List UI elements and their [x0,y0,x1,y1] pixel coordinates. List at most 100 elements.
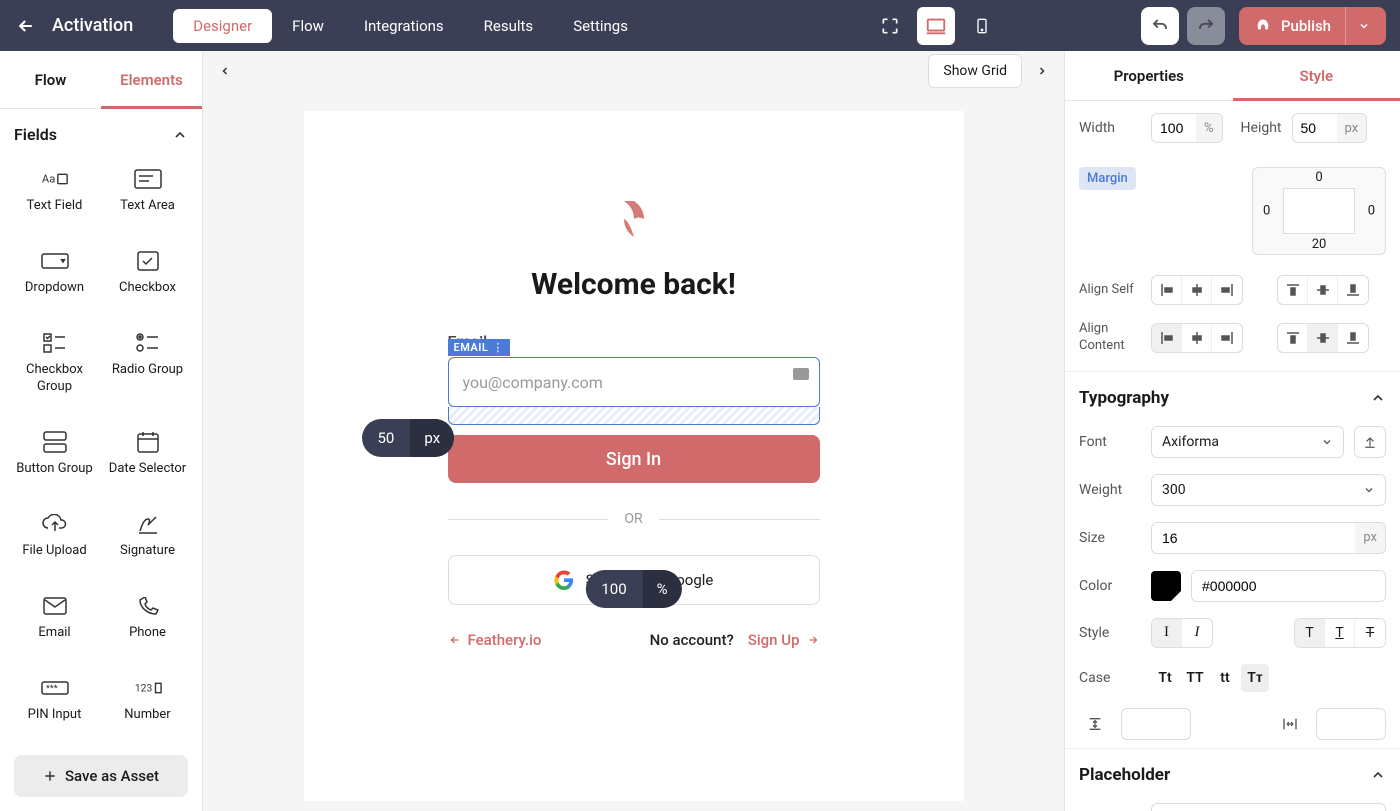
content-right-button[interactable] [1212,324,1242,352]
case-uppercase-button[interactable]: TT [1181,664,1209,692]
align-v-center-button[interactable] [1308,276,1338,304]
weight-select[interactable]: 300 [1151,474,1386,506]
field-text-field[interactable]: Aa Text Field [8,154,101,236]
arrow-right-icon [806,634,820,646]
color-swatch[interactable] [1151,571,1181,601]
divider [448,519,609,520]
field-dropdown[interactable]: Dropdown [8,236,101,318]
chevron-down-icon [1363,484,1375,496]
arrow-left-icon [448,634,462,646]
tab-integrations[interactable]: Integrations [344,9,464,43]
align-left-button[interactable] [1152,276,1182,304]
letter-spacing-input[interactable]: px [1316,708,1386,740]
text-area-icon [134,168,162,190]
upload-font-button[interactable] [1354,426,1386,458]
design-canvas[interactable]: Welcome back! 100% Email EMAIL⋮ you@comp… [304,111,964,801]
welcome-heading: Welcome back! [448,267,820,302]
tab-flow[interactable]: Flow [272,9,344,43]
field-checkbox-group[interactable]: Checkbox Group [8,318,101,417]
field-pin-input[interactable]: *** PIN Input [8,663,101,745]
viewport-mobile-button[interactable] [963,7,1001,45]
color-label: Color [1079,578,1141,594]
field-number[interactable]: 123 Number [101,663,194,745]
width-input[interactable]: % [1151,113,1223,143]
save-as-asset-button[interactable]: Save as Asset [14,755,188,797]
field-date-selector[interactable]: Date Selector [101,417,194,499]
or-label: OR [624,511,642,527]
collapse-typography-icon[interactable] [1370,390,1386,406]
case-label: Case [1079,670,1141,686]
text-field-icon: Aa [41,168,69,190]
svg-text:Aa: Aa [41,173,54,186]
size-input[interactable]: px [1151,522,1386,554]
feathery-link[interactable]: Feathery.io [448,631,542,649]
collapse-placeholder-icon[interactable] [1370,767,1386,783]
field-signature[interactable]: Signature [101,499,194,581]
back-button[interactable] [14,14,38,38]
decoration-none-button[interactable]: T [1295,619,1325,647]
publish-button[interactable]: Publish [1239,7,1386,45]
field-email[interactable]: Email [8,581,101,663]
align-self-v-group [1277,275,1369,305]
email-input[interactable]: you@company.com [448,357,820,407]
field-checkbox[interactable]: Checkbox [101,236,194,318]
logo-icon [620,201,648,237]
viewport-desktop-button[interactable] [917,7,955,45]
sidebar-tab-flow[interactable]: Flow [0,51,101,108]
content-h-center-button[interactable] [1182,324,1212,352]
placeholder-text-input[interactable] [1151,803,1386,811]
field-file-upload[interactable]: File Upload [8,499,101,581]
width-dimension-pill: 100% [585,570,681,608]
input-options-icon[interactable] [793,368,809,380]
sign-in-button[interactable]: Sign In [448,435,820,483]
height-input[interactable]: px [1292,113,1368,143]
field-radio-group[interactable]: Radio Group [101,318,194,417]
panel-tab-properties[interactable]: Properties [1065,51,1233,100]
field-button-group[interactable]: Button Group [8,417,101,499]
content-left-button[interactable] [1152,324,1182,352]
content-bottom-button[interactable] [1338,324,1368,352]
content-v-center-button[interactable] [1308,324,1338,352]
height-dimension-pill: 50px [362,419,455,457]
prev-step-button[interactable] [213,59,237,83]
collapse-fields-icon[interactable] [172,127,188,143]
line-height-icon [1079,708,1111,740]
style-italic-button[interactable]: I [1182,619,1212,647]
next-step-button[interactable] [1030,59,1054,83]
case-lowercase-button[interactable]: tt [1211,664,1239,692]
content-top-button[interactable] [1278,324,1308,352]
redo-button[interactable] [1187,7,1225,45]
publish-dropdown-toggle[interactable] [1345,7,1370,45]
undo-button[interactable] [1141,7,1179,45]
field-text-area[interactable]: Text Area [101,154,194,236]
align-h-center-button[interactable] [1182,276,1212,304]
margin-label[interactable]: Margin [1079,167,1136,190]
decoration-underline-button[interactable]: T [1325,619,1355,647]
decoration-strike-button[interactable]: T [1355,619,1385,647]
sidebar-tab-elements[interactable]: Elements [101,51,202,108]
color-input[interactable] [1191,570,1386,602]
show-grid-button[interactable]: Show Grid [928,54,1022,88]
margin-box-control[interactable]: 0 0 20 0 [1252,167,1386,255]
align-content-v-group [1277,323,1369,353]
tab-designer[interactable]: Designer [173,9,272,43]
selection-badge[interactable]: EMAIL⋮ [448,339,510,356]
field-phone[interactable]: Phone [101,581,194,663]
align-bottom-button[interactable] [1338,276,1368,304]
tab-results[interactable]: Results [464,9,554,43]
panel-tab-style[interactable]: Style [1233,51,1400,100]
line-height-input[interactable]: px [1121,708,1191,740]
style-normal-button[interactable]: I [1152,619,1182,647]
margin-indicator [448,407,820,425]
tab-settings[interactable]: Settings [553,9,648,43]
font-style-group: I I [1151,618,1213,648]
case-none-button[interactable]: Tᴛ [1241,664,1269,692]
checkbox-group-icon [41,332,69,354]
align-top-button[interactable] [1278,276,1308,304]
viewport-fullscreen-button[interactable] [871,7,909,45]
signup-link[interactable]: Sign Up [748,631,820,649]
align-right-button[interactable] [1212,276,1242,304]
dropdown-icon [41,250,69,272]
case-capitalize-button[interactable]: Tt [1151,664,1179,692]
font-select[interactable]: Axiforma [1151,426,1344,458]
